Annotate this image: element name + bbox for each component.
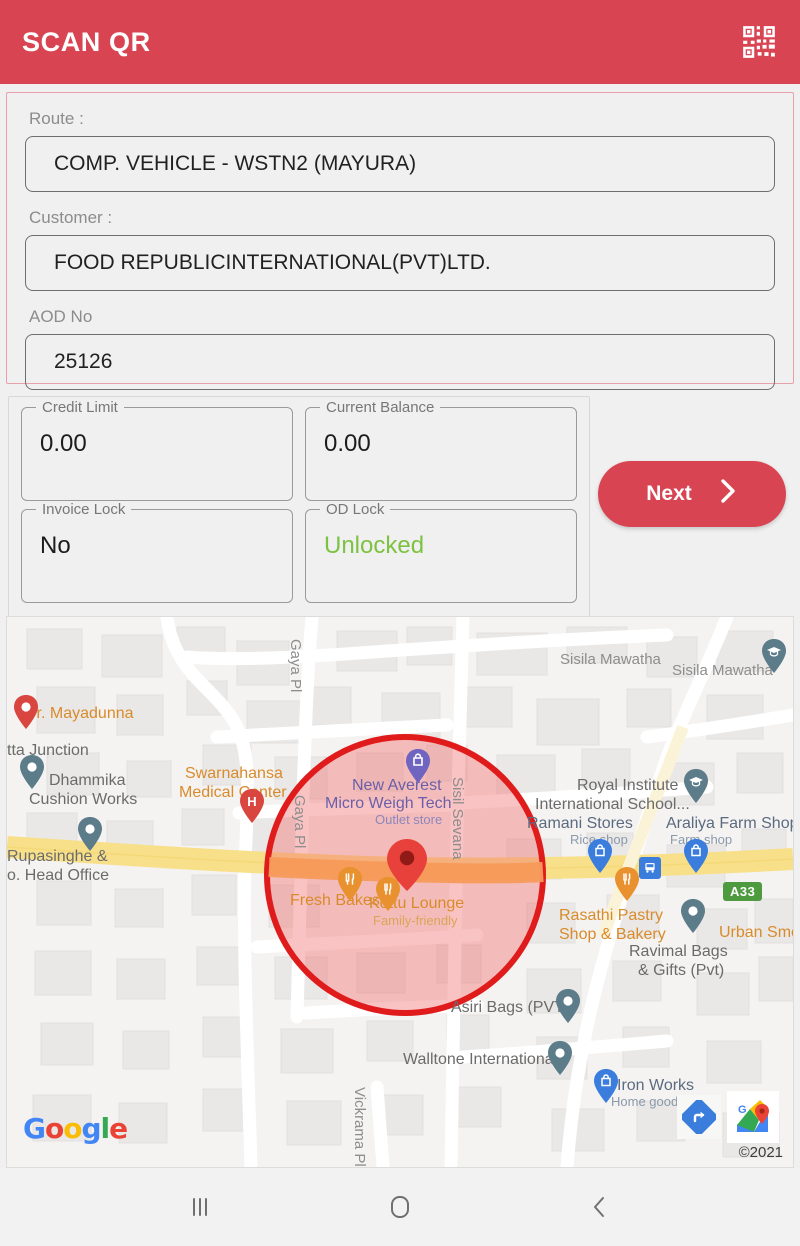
- next-button[interactable]: Next: [598, 461, 786, 527]
- current-balance-label: Current Balance: [320, 399, 441, 417]
- route-field[interactable]: COMP. VEHICLE - WSTN2 (MAYURA): [25, 136, 775, 192]
- map-pin-asiri-bags[interactable]: [555, 989, 581, 1023]
- invoice-lock-label: Invoice Lock: [36, 501, 132, 519]
- bus-stop-icon[interactable]: [639, 857, 661, 879]
- current-balance-field: Current Balance 0.00: [305, 399, 577, 501]
- map-pin-royal-institute[interactable]: [683, 769, 709, 803]
- map-attribution: ©2021: [738, 1144, 783, 1161]
- directions-arrow-icon[interactable]: [677, 1095, 721, 1139]
- recents-icon[interactable]: [100, 1168, 300, 1246]
- invoice-lock-field: Invoice Lock No: [21, 501, 293, 603]
- map-pin-ramani-stores[interactable]: [587, 839, 613, 873]
- location-pin-marker[interactable]: [387, 839, 427, 891]
- map-pin-rasathi-pastry[interactable]: [614, 867, 640, 901]
- back-chevron-icon[interactable]: [500, 1168, 700, 1246]
- account-info-card: Credit Limit 0.00 Current Balance 0.00 I…: [8, 396, 590, 620]
- customer-field[interactable]: FOOD REPUBLICINTERNATIONAL(PVT)LTD.: [25, 235, 775, 291]
- credit-limit-field: Credit Limit 0.00: [21, 399, 293, 501]
- map-pin-new-averest[interactable]: [405, 749, 431, 783]
- aod-no-field[interactable]: 25126: [25, 334, 775, 390]
- od-lock-label: OD Lock: [320, 501, 391, 519]
- map-pin-ravimal-bags[interactable]: [680, 899, 706, 933]
- location-map[interactable]: Dr. Mayadunna tta Junction Dhammika Cushion…: [6, 616, 794, 1168]
- od-lock-field: OD Lock Unlocked: [305, 501, 577, 603]
- credit-limit-label: Credit Limit: [36, 399, 124, 417]
- route-label: Route :: [29, 109, 84, 128]
- map-pin-walltone[interactable]: [547, 1041, 573, 1075]
- app-bar: SCAN QR: [0, 0, 800, 84]
- map-pin-dhammika[interactable]: [19, 755, 45, 789]
- od-lock-value: Unlocked: [324, 532, 425, 559]
- app-root: SCAN QR Route: COMP. VEHICLE - WSTN2 (M…: [0, 0, 800, 1246]
- map-pin-clinic[interactable]: [13, 695, 39, 729]
- map-pin-rupasinghe[interactable]: [77, 817, 103, 851]
- invoice-lock-value: No: [40, 532, 71, 559]
- chevron-right-icon: [718, 476, 738, 512]
- google-maps-icon[interactable]: G: [727, 1091, 779, 1143]
- svg-text:H: H: [247, 794, 256, 809]
- page-title: SCAN QR: [22, 26, 151, 57]
- system-navigation-bar: [0, 1168, 800, 1246]
- map-pin-education-center[interactable]: [761, 639, 787, 673]
- svg-text:G: G: [738, 1104, 747, 1116]
- map-pin-medical-center[interactable]: H: [239, 789, 265, 823]
- home-icon[interactable]: [300, 1168, 500, 1246]
- map-pin-iron-works[interactable]: [593, 1069, 619, 1103]
- map-pin-araliya-farm-shop[interactable]: [683, 839, 709, 873]
- next-button-label: Next: [646, 482, 692, 505]
- route-badge-a33: A33: [723, 882, 763, 901]
- aod-no-label: AOD No: [29, 307, 93, 326]
- qr-code-icon[interactable]: [740, 23, 778, 61]
- current-balance-value: 0.00: [324, 430, 371, 457]
- google-logo: Google: [23, 1112, 128, 1145]
- map-pin-fresh-bakes[interactable]: [337, 867, 363, 901]
- customer-form-card: Route : COMP. VEHICLE - WSTN2 (MAYURA) C…: [6, 92, 794, 390]
- credit-limit-value: 0.00: [40, 430, 87, 457]
- customer-label: Customer :: [29, 208, 113, 227]
